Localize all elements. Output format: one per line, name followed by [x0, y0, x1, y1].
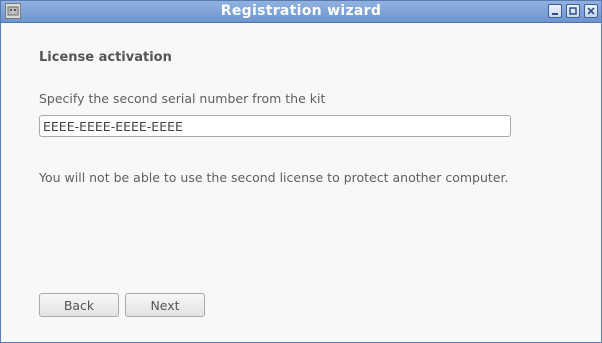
title-bar[interactable]: Registration wizard — [1, 1, 601, 23]
wizard-content: License activation Specify the second se… — [1, 23, 601, 342]
maximize-icon — [569, 7, 577, 15]
minimize-icon — [552, 13, 558, 15]
next-button[interactable]: Next — [125, 293, 205, 317]
back-button[interactable]: Back — [39, 293, 119, 317]
serial-number-label: Specify the second serial number from th… — [39, 91, 326, 106]
license-note: You will not be able to use the second l… — [39, 170, 509, 185]
close-icon — [587, 7, 595, 15]
registration-wizard-window: Registration wizard License activation S… — [0, 0, 602, 343]
minimize-button[interactable] — [548, 4, 562, 18]
close-button[interactable] — [584, 4, 598, 18]
serial-number-input[interactable] — [39, 115, 511, 137]
maximize-button[interactable] — [566, 4, 580, 18]
page-title: License activation — [39, 50, 172, 65]
window-title: Registration wizard — [220, 3, 382, 19]
